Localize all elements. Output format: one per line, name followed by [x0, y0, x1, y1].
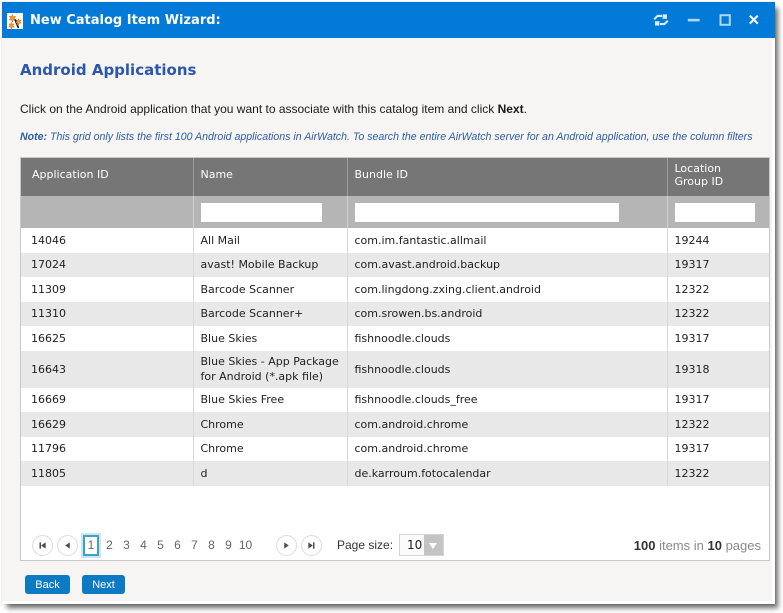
cell-name: d — [193, 461, 347, 486]
page-number-1[interactable]: 1 — [83, 535, 99, 556]
cell-application-id: 17024 — [21, 253, 193, 278]
filter-row — [21, 196, 769, 228]
next-button[interactable]: Next — [82, 575, 125, 594]
pager: 12345678910 Page size: 10 100 items in 1… — [21, 530, 769, 560]
page-title: Android Applications — [20, 61, 196, 79]
page-number-4[interactable]: 4 — [135, 538, 152, 552]
col-header-name[interactable]: Name — [193, 158, 347, 196]
cell-name: Blue Skies — [193, 326, 347, 351]
page-size-value: 10 — [400, 535, 424, 555]
cell-application-id: 16669 — [21, 388, 193, 413]
items-info: 100 items in 10 pages — [634, 538, 761, 553]
page-number-9[interactable]: 9 — [220, 538, 237, 552]
cell-location-group-id: 19317 — [667, 437, 769, 462]
dialog-window: New Catalog Item Wizard: Android Applica… — [2, 2, 775, 604]
table-row[interactable]: 11309Barcode Scannercom.lingdong.zxing.c… — [21, 277, 769, 302]
minimize-icon[interactable] — [685, 11, 703, 29]
table-row[interactable]: 16629Chromecom.android.chrome12322 — [21, 412, 769, 437]
cell-name: Barcode Scanner+ — [193, 302, 347, 327]
table-row[interactable]: 14046All Mailcom.im.fantastic.allmail192… — [21, 228, 769, 253]
first-page-button[interactable] — [32, 535, 53, 556]
cell-application-id: 14046 — [21, 228, 193, 253]
cell-application-id: 11310 — [21, 302, 193, 327]
cell-bundle-id: com.avast.android.backup — [347, 253, 667, 278]
cell-name: avast! Mobile Backup — [193, 253, 347, 278]
bundle-id-filter-input[interactable] — [355, 203, 619, 222]
cell-location-group-id: 19317 — [667, 326, 769, 351]
cell-location-group-id: 19244 — [667, 228, 769, 253]
cell-bundle-id: fishnoodle.clouds — [347, 326, 667, 351]
cell-application-id: 11796 — [21, 437, 193, 462]
cell-bundle-id: fishnoodle.clouds_free — [347, 388, 667, 413]
cell-location-group-id: 19317 — [667, 253, 769, 278]
cell-location-group-id: 12322 — [667, 412, 769, 437]
cell-application-id: 11805 — [21, 461, 193, 486]
cell-bundle-id: com.srowen.bs.android — [347, 302, 667, 327]
dropdown-arrow-icon[interactable] — [424, 535, 443, 555]
cell-location-group-id: 12322 — [667, 302, 769, 327]
table-row[interactable]: 11310Barcode Scanner+com.srowen.bs.andro… — [21, 302, 769, 327]
cell-bundle-id: fishnoodle.clouds — [347, 351, 667, 388]
page-number-3[interactable]: 3 — [118, 538, 135, 552]
table-row[interactable]: 16643Blue Skies - App Package for Androi… — [21, 351, 769, 388]
close-icon[interactable] — [745, 11, 763, 29]
dialog-content: Android Applications Click on the Androi… — [2, 38, 772, 601]
location-group-id-filter-input[interactable] — [675, 203, 755, 222]
cell-bundle-id: com.android.chrome — [347, 412, 667, 437]
cell-bundle-id: com.android.chrome — [347, 437, 667, 462]
cell-location-group-id: 19317 — [667, 388, 769, 413]
window-title: New Catalog Item Wizard: — [30, 13, 221, 28]
cell-bundle-id: com.lingdong.zxing.client.android — [347, 277, 667, 302]
page-number-5[interactable]: 5 — [152, 538, 169, 552]
cell-location-group-id: 12322 — [667, 461, 769, 486]
page-number-10[interactable]: 10 — [237, 538, 254, 552]
col-header-bundle-id[interactable]: Bundle ID — [347, 158, 667, 196]
cell-application-id: 16643 — [21, 351, 193, 388]
note-text: Note: This grid only lists the first 100… — [20, 131, 753, 143]
cell-name: Blue Skies - App Package for Android (*.… — [193, 351, 347, 388]
cell-bundle-id: com.im.fantastic.allmail — [347, 228, 667, 253]
cell-name: All Mail — [193, 228, 347, 253]
page-number-8[interactable]: 8 — [203, 538, 220, 552]
grid-empty-area — [21, 486, 769, 531]
maximize-icon[interactable] — [716, 11, 734, 29]
col-header-location-group-id[interactable]: Location Group ID — [667, 158, 769, 196]
applications-table: Application ID Name Bundle ID Location G… — [21, 158, 769, 486]
cell-location-group-id: 12322 — [667, 277, 769, 302]
cell-name: Chrome — [193, 437, 347, 462]
prev-page-button[interactable] — [57, 535, 78, 556]
cell-application-id: 16625 — [21, 326, 193, 351]
cell-name: Barcode Scanner — [193, 277, 347, 302]
table-row[interactable]: 11805dde.karroum.fotocalendar12322 — [21, 461, 769, 486]
filter-cell-application-id — [21, 196, 193, 228]
page-size-group: Page size: 10 — [337, 534, 444, 556]
page-size-dropdown[interactable]: 10 — [399, 534, 444, 556]
back-button[interactable]: Back — [25, 575, 70, 594]
header-row: Application ID Name Bundle ID Location G… — [21, 158, 769, 196]
table-row[interactable]: 16669Blue Skies Freefishnoodle.clouds_fr… — [21, 388, 769, 413]
refresh-icon[interactable] — [652, 11, 670, 29]
cell-application-id: 16629 — [21, 412, 193, 437]
name-filter-input[interactable] — [201, 203, 322, 222]
table-row[interactable]: 11796Chromecom.android.chrome19317 — [21, 437, 769, 462]
page-numbers: 12345678910 — [82, 535, 254, 556]
page-number-7[interactable]: 7 — [186, 538, 203, 552]
page-number-6[interactable]: 6 — [169, 538, 186, 552]
cell-name: Chrome — [193, 412, 347, 437]
applications-grid: Application ID Name Bundle ID Location G… — [20, 157, 770, 561]
wizard-wand-icon — [7, 13, 23, 29]
page-number-2[interactable]: 2 — [101, 538, 118, 552]
table-row[interactable]: 16625Blue Skiesfishnoodle.clouds19317 — [21, 326, 769, 351]
cell-application-id: 11309 — [21, 277, 193, 302]
instruction-text: Click on the Android application that yo… — [20, 102, 527, 116]
last-page-button[interactable] — [301, 535, 322, 556]
next-page-button[interactable] — [276, 535, 297, 556]
titlebar: New Catalog Item Wizard: — [2, 2, 775, 38]
cell-name: Blue Skies Free — [193, 388, 347, 413]
page-size-label: Page size: — [337, 538, 393, 552]
table-row[interactable]: 17024avast! Mobile Backupcom.avast.andro… — [21, 253, 769, 278]
col-header-application-id[interactable]: Application ID — [21, 158, 193, 196]
cell-location-group-id: 19318 — [667, 351, 769, 388]
cell-bundle-id: de.karroum.fotocalendar — [347, 461, 667, 486]
